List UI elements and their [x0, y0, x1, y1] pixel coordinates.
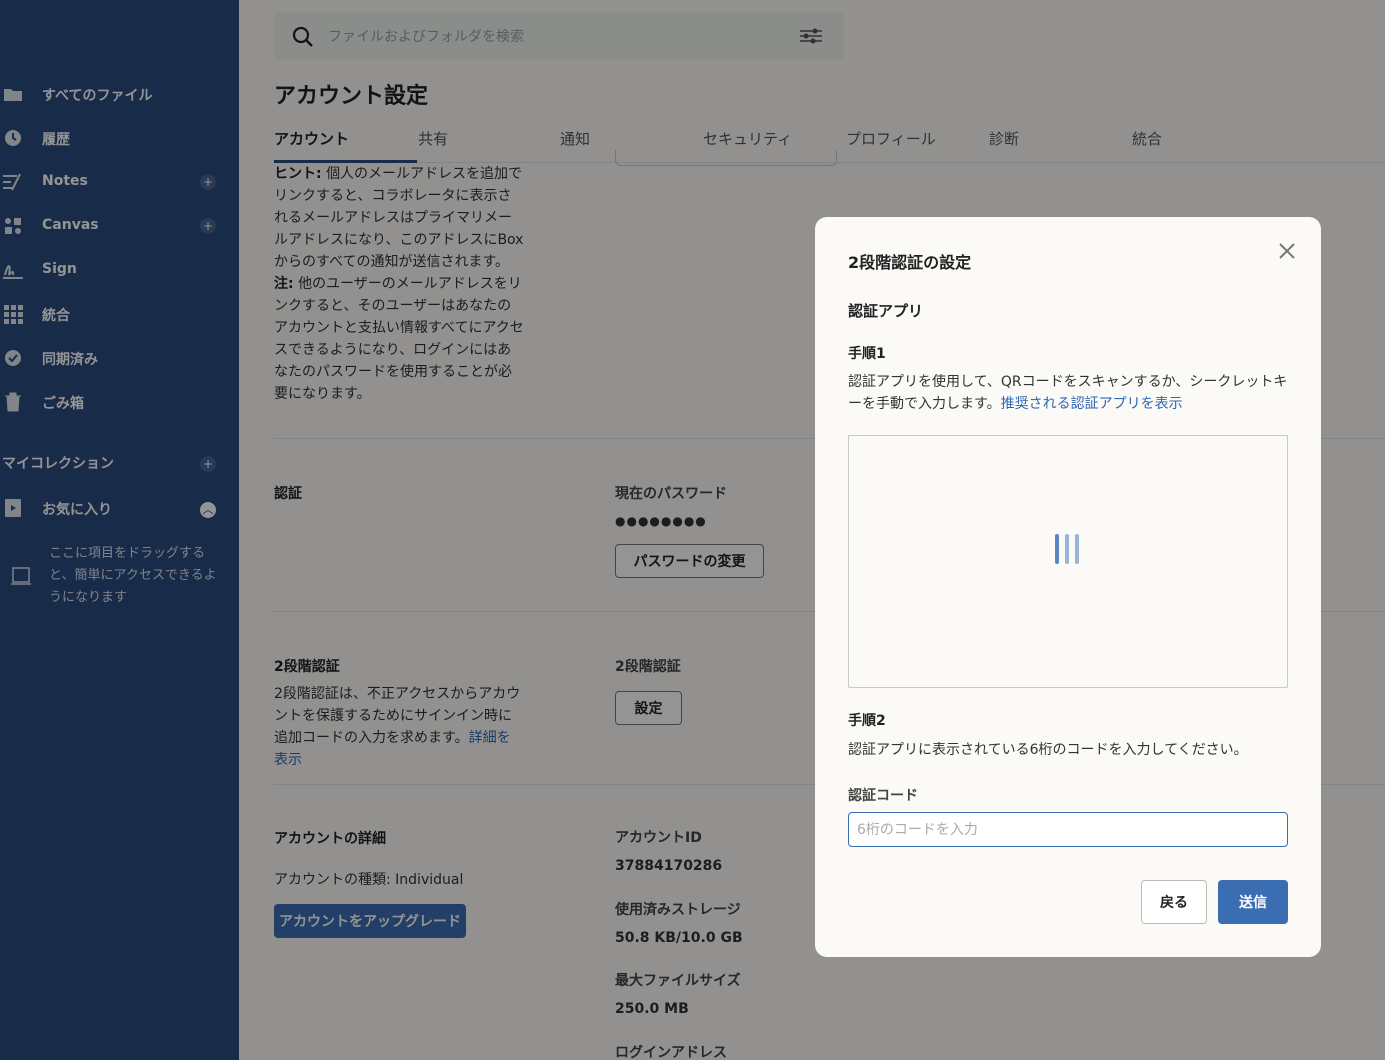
close-icon[interactable]	[1277, 241, 1297, 261]
recommended-apps-link[interactable]: 推奨される認証アプリを表示	[1001, 396, 1183, 412]
submit-button[interactable]: 送信	[1218, 880, 1288, 924]
loading-spinner-icon	[1055, 532, 1081, 566]
dialog-subtitle: 認証アプリ	[848, 302, 924, 320]
auth-code-label: 認証コード	[848, 788, 918, 804]
step1-label: 手順1	[848, 346, 886, 362]
step2-text: 認証アプリに表示されている6桁のコードを入力してください。	[848, 742, 1248, 758]
two-factor-setup-dialog: 2段階認証の設定 認証アプリ 手順1 認証アプリを使用して、QRコードをスキャン…	[815, 217, 1321, 957]
qr-code-area	[848, 435, 1288, 688]
step2-label: 手順2	[848, 713, 886, 729]
back-button[interactable]: 戻る	[1141, 880, 1207, 924]
dialog-title: 2段階認証の設定	[848, 253, 972, 272]
auth-code-input[interactable]	[848, 812, 1288, 847]
step1-instructions: 認証アプリを使用して、QRコードをスキャンするか、シークレットキーを手動で入力し…	[848, 371, 1293, 415]
